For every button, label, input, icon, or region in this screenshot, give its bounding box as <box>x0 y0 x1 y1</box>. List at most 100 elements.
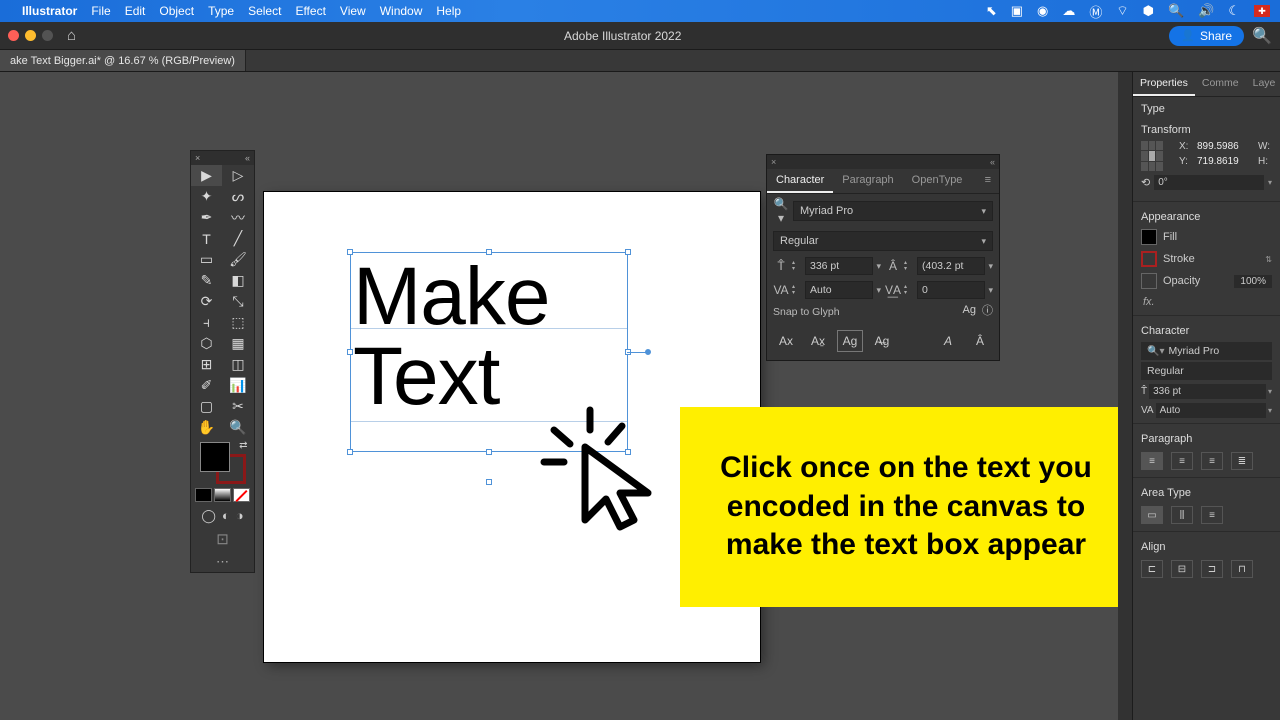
moon-icon[interactable]: ☾ <box>1228 3 1240 19</box>
chevron-down-icon[interactable]: ▾ <box>988 285 993 296</box>
stroke-weight-stepper[interactable]: ⇅ <box>1265 255 1272 264</box>
align-left-button[interactable]: ≡ <box>1141 452 1163 470</box>
collapse-icon[interactable]: « <box>990 157 995 167</box>
chevron-down-icon[interactable]: ▾ <box>981 206 986 217</box>
menu-select[interactable]: Select <box>248 4 281 18</box>
reference-point-grid[interactable] <box>1141 141 1163 171</box>
direct-selection-tool[interactable]: ▷ <box>223 165 254 186</box>
align-h-left-button[interactable]: ⊏ <box>1141 560 1163 578</box>
rotate-tool[interactable]: ⟳ <box>191 291 222 312</box>
leading-stepper[interactable]: ▴▾ <box>904 260 914 272</box>
curvature-tool[interactable]: 〰 <box>223 207 254 228</box>
props-font-style-field[interactable]: Regular <box>1141 362 1272 380</box>
zoom-tool[interactable]: 🔍 <box>223 417 254 438</box>
align-h-center-button[interactable]: ⊟ <box>1171 560 1193 578</box>
glyph-em-btn[interactable]: A̶g <box>869 330 895 352</box>
app-menu[interactable]: Illustrator <box>22 4 77 18</box>
menu-file[interactable]: File <box>91 4 110 18</box>
tab-character[interactable]: Character <box>767 169 833 193</box>
draw-normal-icon[interactable]: ◯ <box>201 508 216 524</box>
handle-top-right[interactable] <box>625 249 631 255</box>
wifi-icon[interactable]: ⌔ <box>1116 3 1128 19</box>
menu-object[interactable]: Object <box>159 4 194 18</box>
chevron-down-icon[interactable]: ▾ <box>1268 387 1272 396</box>
flag-icon[interactable]: ✚ <box>1254 5 1270 17</box>
share-button[interactable]: 👤 Share <box>1169 26 1244 46</box>
search-icon[interactable]: 🔍 <box>1252 26 1272 46</box>
swap-fill-stroke-icon[interactable]: ⇄ <box>239 440 247 451</box>
graph-tool[interactable]: 📊 <box>223 375 254 396</box>
fill-stroke-swatch[interactable]: ⇄ <box>200 442 246 484</box>
area-cols-button[interactable]: ⫼ <box>1171 506 1193 524</box>
info-icon[interactable]: ⓘ <box>982 302 993 318</box>
tab-paragraph[interactable]: Paragraph <box>833 169 902 193</box>
tracking-field[interactable]: 0 <box>917 281 985 299</box>
glyph-bounds-btn[interactable]: Ag <box>837 330 863 352</box>
menu-effect[interactable]: Effect <box>295 4 325 18</box>
home-icon[interactable]: ⌂ <box>67 27 76 44</box>
rotation-field[interactable]: 0° <box>1154 175 1264 190</box>
close-icon[interactable]: × <box>195 153 200 163</box>
opacity-swatch[interactable] <box>1141 273 1157 289</box>
eraser-tool[interactable]: ◧ <box>223 270 254 291</box>
draw-inside-icon[interactable]: ◑ <box>236 508 244 524</box>
draw-behind-icon[interactable]: ◐ <box>222 508 230 524</box>
tools-panel-header[interactable]: ×« <box>191 151 254 165</box>
window-controls[interactable] <box>8 30 53 41</box>
document-tab[interactable]: ake Text Bigger.ai* @ 16.67 % (RGB/Previ… <box>0 50 246 71</box>
font-family-field[interactable]: Myriad Pro▾ <box>793 201 993 221</box>
cloud-icon[interactable]: ☁ <box>1062 3 1075 19</box>
chevron-down-icon[interactable]: ▾ <box>876 261 881 272</box>
tab-comments[interactable]: Comme <box>1195 72 1246 96</box>
line-tool[interactable]: ╱ <box>223 228 254 249</box>
area-single-button[interactable]: ▭ <box>1141 506 1163 524</box>
glyph-xheight-btn[interactable]: Ax̱ <box>805 330 831 352</box>
handle-bot-left[interactable] <box>347 449 353 455</box>
menu-type[interactable]: Type <box>208 4 234 18</box>
m-icon[interactable]: Ⓜ <box>1089 2 1102 21</box>
mesh-tool[interactable]: ⊞ <box>191 354 222 375</box>
shape-builder-tool[interactable]: ⬡ <box>191 333 222 354</box>
chevron-down-icon[interactable]: ▾ <box>1268 406 1272 415</box>
align-center-button[interactable]: ≡ <box>1171 452 1193 470</box>
menu-view[interactable]: View <box>340 4 366 18</box>
sound-icon[interactable]: 🔊 <box>1198 3 1214 19</box>
tab-properties[interactable]: Properties <box>1133 72 1195 96</box>
minimize-window-icon[interactable] <box>25 30 36 41</box>
chevron-down-icon[interactable]: ▾ <box>981 236 986 247</box>
leading-field[interactable]: (403.2 pt <box>917 257 985 275</box>
magic-wand-tool[interactable]: ✦ <box>191 186 222 207</box>
selection-tool[interactable]: ▶ <box>191 165 222 186</box>
glyph-anchor-btn[interactable]: Â <box>967 330 993 352</box>
maximize-window-icon[interactable] <box>42 30 53 41</box>
handle-mid-left[interactable] <box>347 349 353 355</box>
spotlight-icon[interactable]: 🔍 <box>1168 3 1184 19</box>
rectangle-tool[interactable]: ▭ <box>191 249 222 270</box>
panel-menu-icon[interactable]: ≡ <box>977 169 999 193</box>
props-font-size-field[interactable]: 336 pt <box>1149 384 1266 399</box>
gradient-mode-swatch[interactable] <box>214 488 231 502</box>
gradient-tool[interactable]: ◫ <box>223 354 254 375</box>
shaper-tool[interactable]: ✎ <box>191 270 222 291</box>
y-field[interactable]: 719.8619 <box>1197 156 1254 167</box>
x-field[interactable]: 899.5986 <box>1197 141 1254 152</box>
align-v-top-button[interactable]: ⊓ <box>1231 560 1253 578</box>
snap-toggle-icon[interactable]: Ag <box>963 304 976 316</box>
pen-tool[interactable]: ✒ <box>191 207 222 228</box>
free-transform-tool[interactable]: ⬚ <box>223 312 254 333</box>
record-icon[interactable]: ◉ <box>1037 3 1048 19</box>
font-style-field[interactable]: Regular▾ <box>773 231 993 251</box>
screen-mode-icon[interactable]: ⊡ <box>191 526 254 552</box>
handle-bot-mid[interactable] <box>486 449 492 455</box>
out-port-handle[interactable] <box>645 349 651 355</box>
fx-button[interactable]: fx. <box>1133 292 1280 312</box>
handle-top-left[interactable] <box>347 249 353 255</box>
props-font-family-field[interactable]: 🔍▾Myriad Pro <box>1141 342 1272 360</box>
tray-icon[interactable]: ▣ <box>1011 3 1023 19</box>
width-tool[interactable]: ⫞ <box>191 312 222 333</box>
none-mode-swatch[interactable] <box>233 488 250 502</box>
stroke-swatch[interactable] <box>1141 251 1157 267</box>
align-right-button[interactable]: ≡ <box>1201 452 1223 470</box>
chevron-down-icon[interactable]: ▾ <box>1268 178 1272 187</box>
opacity-field[interactable]: 100% <box>1234 275 1272 288</box>
